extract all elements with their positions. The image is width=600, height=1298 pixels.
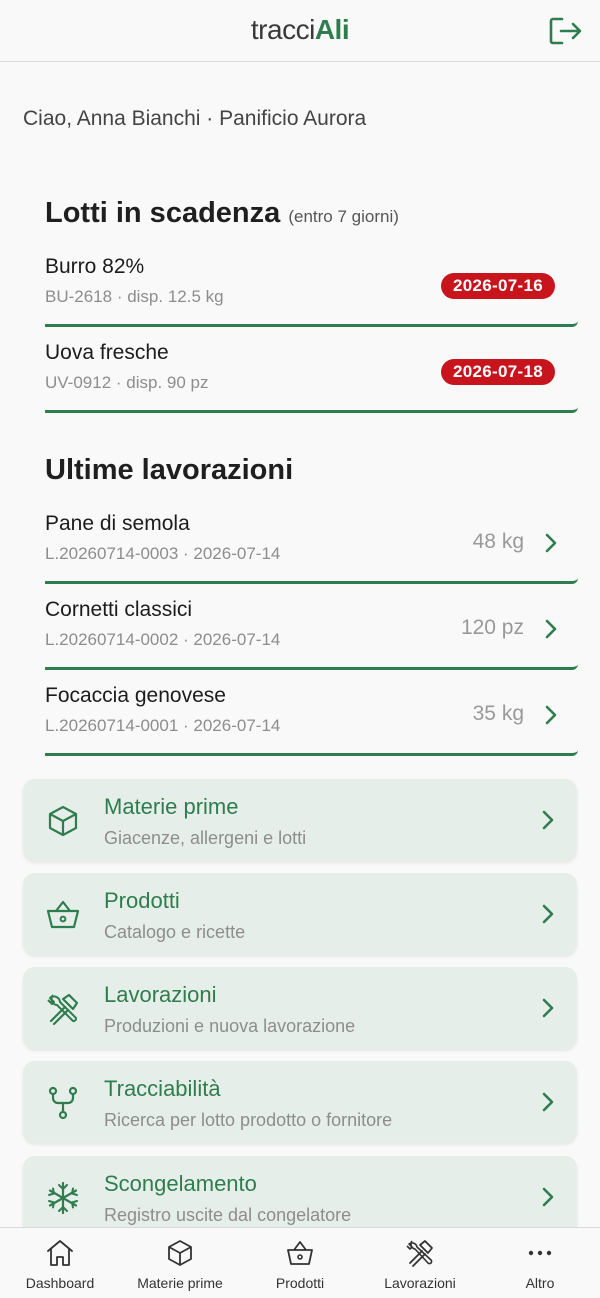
app-logo: tracciAli <box>0 14 600 46</box>
production-qty: 120 pz <box>460 616 524 639</box>
branch-icon <box>48 1086 78 1120</box>
production-name: Focaccia genovese <box>45 684 226 707</box>
production-name: Pane di semola <box>45 512 190 535</box>
brand-part1: tracci <box>250 14 315 45</box>
production-lot: L.20260714-0003 · 2026-07-14 <box>45 544 281 563</box>
snowflake-icon <box>48 1181 78 1215</box>
bottom-tab-bar: Dashboard Materie prime Prodotti Lavoraz… <box>0 1227 600 1298</box>
box-icon <box>168 1240 192 1266</box>
home-icon <box>47 1240 73 1266</box>
menu-card-prodotti[interactable]: Prodotti Catalogo e ricette <box>23 873 577 955</box>
card-title: Scongelamento <box>104 1171 257 1196</box>
expiring-lot-row[interactable]: Burro 82% BU-2618 · disp. 12.5 kg 2026-0… <box>45 255 578 327</box>
tab-dashboard[interactable]: Dashboard <box>0 1228 120 1298</box>
chevron-right-icon <box>545 533 557 553</box>
expiring-title: Lotti in scadenza <box>45 197 281 229</box>
tab-label: Dashboard <box>25 1275 95 1291</box>
card-title: Prodotti <box>104 888 180 913</box>
tab-prodotti[interactable]: Prodotti <box>240 1228 360 1298</box>
tab-label: Altro <box>525 1275 555 1291</box>
tools-icon <box>47 993 79 1026</box>
chevron-right-icon <box>545 705 557 725</box>
card-description: Catalogo e ricette <box>104 922 246 942</box>
more-icon <box>528 1250 552 1256</box>
brand-part2: Ali <box>314 14 350 45</box>
production-row[interactable]: Focaccia genovese L.20260714-0001 · 2026… <box>45 684 578 756</box>
lot-details: BU-2618 · disp. 12.5 kg <box>45 287 224 306</box>
chevron-right-icon <box>542 1092 554 1112</box>
lot-details: UV-0912 · disp. 90 pz <box>45 373 209 392</box>
tab-lavorazioni[interactable]: Lavorazioni <box>360 1228 480 1298</box>
logout-icon[interactable] <box>548 16 582 46</box>
card-title: Tracciabilità <box>104 1076 221 1101</box>
production-name: Cornetti classici <box>45 598 193 621</box>
production-lot: L.20260714-0002 · 2026-07-14 <box>45 630 281 649</box>
tab-altro[interactable]: Altro <box>480 1228 600 1298</box>
tab-label: Prodotti <box>275 1275 325 1291</box>
card-description: Produzioni e nuova lavorazione <box>104 1016 356 1036</box>
expiry-date-badge: 2026-07-18 <box>441 359 555 385</box>
expiry-date-badge: 2026-07-16 <box>441 273 555 299</box>
production-qty: 35 kg <box>472 702 524 725</box>
tools-icon <box>406 1240 433 1267</box>
basket-icon <box>287 1241 313 1265</box>
expiring-section-title: Lotti in scadenza (entro 7 giorni) <box>45 197 399 230</box>
card-description: Giacenze, allergeni e lotti <box>104 828 307 848</box>
top-bar: tracciAli <box>0 0 600 62</box>
expiring-lot-row[interactable]: Uova fresche UV-0912 · disp. 90 pz 2026-… <box>45 341 578 413</box>
recent-section-title: Ultime lavorazioni <box>45 454 294 486</box>
menu-card-scongelamento[interactable]: Scongelamento Registro uscite dal congel… <box>23 1156 577 1227</box>
lot-name: Uova fresche <box>45 341 169 364</box>
basket-icon <box>46 900 80 929</box>
chevron-right-icon <box>542 810 554 830</box>
lot-name: Burro 82% <box>45 255 145 278</box>
expiring-subtitle: (entro 7 giorni) <box>288 207 399 226</box>
menu-card-tracciabilita[interactable]: Tracciabilità Ricerca per lotto prodotto… <box>23 1061 577 1143</box>
tab-materie-prime[interactable]: Materie prime <box>120 1228 240 1298</box>
card-title: Lavorazioni <box>104 982 217 1007</box>
chevron-right-icon <box>545 619 557 639</box>
app: tracciAli Ciao, Anna Bianchi · Panificio… <box>0 0 600 1298</box>
dashboard-content: Ciao, Anna Bianchi · Panificio Aurora Lo… <box>0 63 600 1227</box>
chevron-right-icon <box>542 1187 554 1207</box>
tab-label: Materie prime <box>137 1275 223 1291</box>
card-description: Registro uscite dal congelatore <box>104 1205 352 1225</box>
production-lot: L.20260714-0001 · 2026-07-14 <box>45 716 281 735</box>
menu-card-materie-prime[interactable]: Materie prime Giacenze, allergeni e lott… <box>23 779 577 861</box>
menu-card-lavorazioni[interactable]: Lavorazioni Produzioni e nuova lavorazio… <box>23 967 577 1049</box>
chevron-right-icon <box>542 904 554 924</box>
production-row[interactable]: Cornetti classici L.20260714-0002 · 2026… <box>45 598 578 670</box>
production-row[interactable]: Pane di semola L.20260714-0003 · 2026-07… <box>45 512 578 584</box>
tab-label: Lavorazioni <box>384 1275 456 1291</box>
card-description: Ricerca per lotto prodotto o fornitore <box>104 1110 393 1130</box>
greeting: Ciao, Anna Bianchi · Panificio Aurora <box>23 107 367 130</box>
chevron-right-icon <box>542 998 554 1018</box>
card-title: Materie prime <box>104 794 239 819</box>
production-qty: 48 kg <box>472 530 524 553</box>
box-icon <box>48 805 78 837</box>
